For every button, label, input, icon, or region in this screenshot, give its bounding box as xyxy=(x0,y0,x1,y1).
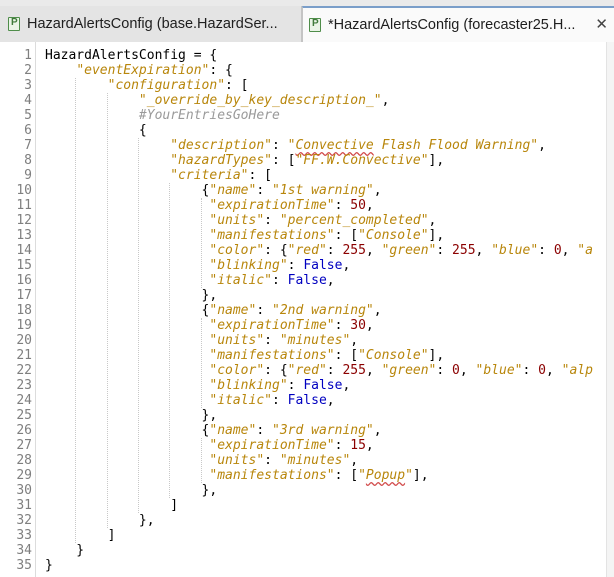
line-number: 19 xyxy=(16,318,32,333)
code-line: "units": "minutes", xyxy=(209,333,359,348)
tab-label: HazardAlertsConfig (base.HazardSer... xyxy=(27,16,278,32)
line-number: 11 xyxy=(16,198,32,213)
line-number: 3 xyxy=(24,78,32,93)
code-line: }, xyxy=(45,483,218,498)
code-line: "criteria": [ xyxy=(170,168,272,183)
line-number: 15 xyxy=(16,258,32,273)
code-line: }, xyxy=(45,408,218,423)
line-number: 2 xyxy=(24,63,32,78)
line-number: 27 xyxy=(16,438,32,453)
line-number: 9 xyxy=(24,168,32,183)
code-line: "expirationTime": 30, xyxy=(209,318,374,333)
line-number: 12 xyxy=(16,213,32,228)
line-number: 8 xyxy=(24,153,32,168)
python-file-icon xyxy=(8,17,20,31)
line-number: 33 xyxy=(16,528,32,543)
code-line: HazardAlertsConfig = { xyxy=(45,48,218,63)
line-number: 21 xyxy=(16,348,32,363)
code-line: "color": {"red": 255, "green": 0, "blue"… xyxy=(209,363,593,378)
vertical-scrollbar[interactable] xyxy=(606,42,614,577)
line-number: 16 xyxy=(16,273,32,288)
code-line: "italic": False, xyxy=(209,273,335,288)
line-number: 25 xyxy=(16,408,32,423)
code-line: "manifestations": ["Popup"], xyxy=(209,468,429,483)
line-number: 30 xyxy=(16,483,32,498)
line-number: 32 xyxy=(16,513,32,528)
code-line: { xyxy=(45,123,147,138)
line-number: 26 xyxy=(16,423,32,438)
code-line: "manifestations": ["Console"], xyxy=(209,228,445,243)
code-line: "units": "minutes", xyxy=(209,453,359,468)
line-number: 10 xyxy=(16,183,32,198)
python-file-icon xyxy=(309,18,321,32)
line-number: 17 xyxy=(16,288,32,303)
code-line: ] xyxy=(45,498,179,513)
code-line: "color": {"red": 255, "green": 255, "blu… xyxy=(209,243,593,258)
code-line: {"name": "1st warning", xyxy=(45,183,382,198)
tab-label: *HazardAlertsConfig (forecaster25.H... xyxy=(328,17,576,33)
line-number: 29 xyxy=(16,468,32,483)
line-number: 31 xyxy=(16,498,32,513)
code-line: }, xyxy=(45,513,155,528)
code-line: ] xyxy=(45,528,116,543)
editor-tab-bar: HazardAlertsConfig (base.HazardSer... *H… xyxy=(0,0,614,42)
code-line: }, xyxy=(45,288,218,303)
code-line: "units": "percent_completed", xyxy=(209,213,437,228)
code-line: "blinking": False, xyxy=(209,258,351,273)
line-number: 5 xyxy=(24,108,32,123)
code-line: {"name": "2nd warning", xyxy=(45,303,382,318)
close-tab-icon[interactable]: ✕ xyxy=(595,17,608,33)
code-editor[interactable]: 1 2 3 4 5 6 7 8 9 10 11 12 13 14 15 16 17 18 19 20 21 22 23 24 2… xyxy=(0,42,614,577)
line-number: 13 xyxy=(16,228,32,243)
code-line: "italic": False, xyxy=(209,393,335,408)
code-line: } xyxy=(45,558,53,573)
code-line: } xyxy=(45,543,85,558)
tab-hazard-alerts-config-forecaster[interactable]: *HazardAlertsConfig (forecaster25.H... ✕ xyxy=(302,6,614,42)
code-line: #YourEntriesGoHere xyxy=(138,108,280,123)
line-number: 20 xyxy=(16,333,32,348)
code-line: {"name": "3rd warning", xyxy=(45,423,382,438)
line-number: 24 xyxy=(16,393,32,408)
line-number-gutter: 1 2 3 4 5 6 7 8 9 10 11 12 13 14 15 16 17 18 19 20 21 22 23 24 2… xyxy=(0,42,36,577)
code-line: "_override_by_key_description_", xyxy=(138,93,390,108)
line-number: 28 xyxy=(16,453,32,468)
line-number: 34 xyxy=(16,543,32,558)
line-number: 7 xyxy=(24,138,32,153)
line-number: 23 xyxy=(16,378,32,393)
line-number: 1 xyxy=(24,48,32,63)
code-line: "configuration": [ xyxy=(107,78,249,93)
line-number: 18 xyxy=(16,303,32,318)
line-number: 6 xyxy=(24,123,32,138)
line-number: 35 xyxy=(16,558,32,573)
code-line: "expirationTime": 15, xyxy=(209,438,374,453)
line-number: 4 xyxy=(24,93,32,108)
code-line: "manifestations": ["Console"], xyxy=(209,348,445,363)
code-line: "blinking": False, xyxy=(209,378,351,393)
code-line: "expirationTime": 50, xyxy=(209,198,374,213)
code-line: "hazardTypes": ["FF.W.Convective"], xyxy=(170,153,445,168)
tab-hazard-alerts-config-base[interactable]: HazardAlertsConfig (base.HazardSer... xyxy=(0,6,302,42)
code-line: "eventExpiration": { xyxy=(76,63,233,78)
line-number: 22 xyxy=(16,363,32,378)
code-line: "description": "Convective Flash Flood W… xyxy=(170,138,546,153)
line-number: 14 xyxy=(16,243,32,258)
